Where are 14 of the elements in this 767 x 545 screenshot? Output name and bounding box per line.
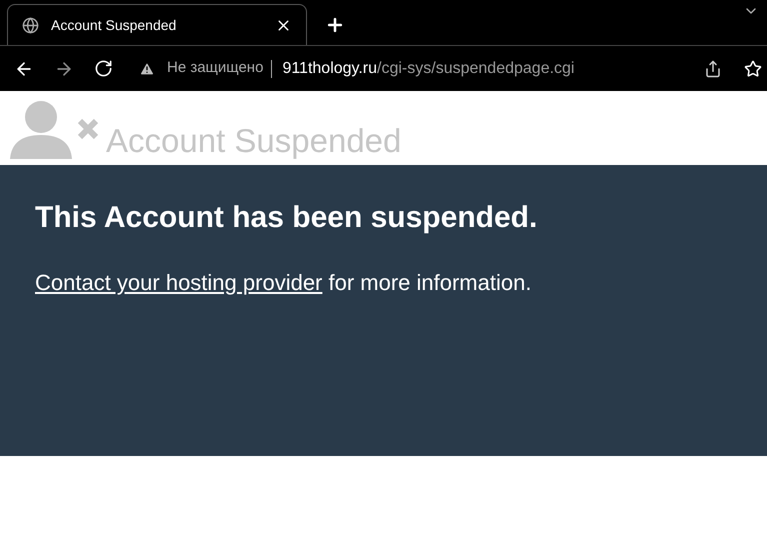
- star-icon[interactable]: [744, 60, 762, 78]
- security-label: Не защищено: [167, 58, 264, 78]
- browser-tab[interactable]: Account Suspended: [7, 4, 307, 45]
- heading: This Account has been suspended.: [35, 200, 538, 236]
- new-tab-icon[interactable]: [325, 15, 345, 35]
- reload-icon[interactable]: [94, 59, 113, 78]
- header-title: Account Suspended: [106, 121, 402, 162]
- share-icon[interactable]: [704, 60, 722, 78]
- contact-link[interactable]: Contact your hosting provider: [35, 270, 322, 295]
- warning-icon: [139, 60, 155, 76]
- tab-title: Account Suspended: [51, 16, 178, 35]
- globe-icon: [22, 16, 39, 34]
- info-text: for more information.: [327, 270, 532, 295]
- address-url[interactable]: 911thology.ru/cgi-sys/suspendedpage.cgi: [282, 56, 574, 80]
